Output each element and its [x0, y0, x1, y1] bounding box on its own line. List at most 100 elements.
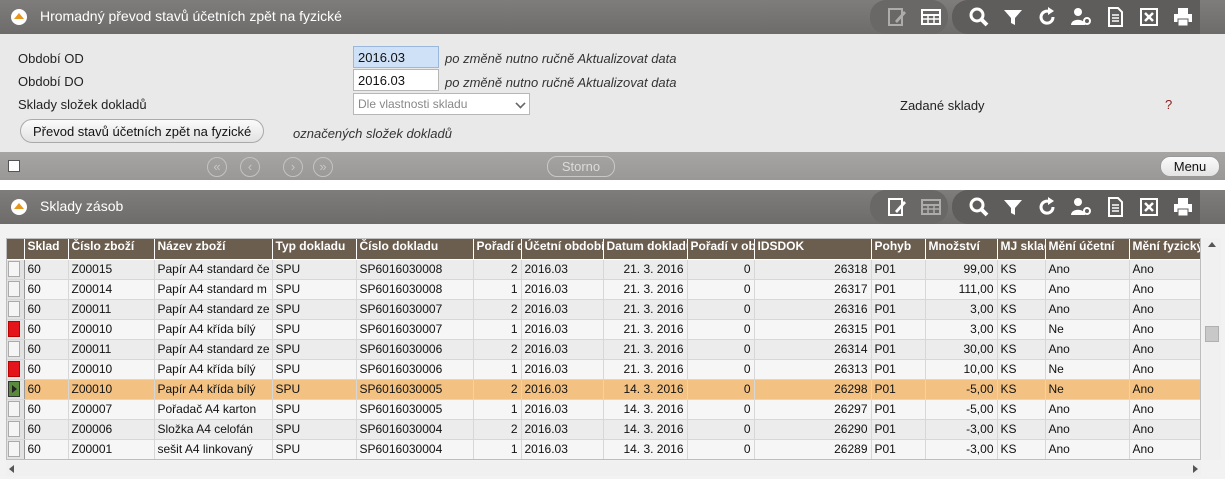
scroll-right-icon[interactable] — [1193, 465, 1198, 473]
column-header[interactable]: Účetní období — [521, 239, 604, 260]
marked-row-indicator[interactable] — [8, 361, 20, 377]
menu-button[interactable]: Menu — [1160, 156, 1220, 177]
table-row[interactable]: 60 Z00010 Papír A4 křída bílý SPU SP60160300… — [7, 379, 1200, 400]
table-cell: 60 — [24, 399, 69, 420]
column-header[interactable]: Pohyb — [871, 239, 926, 260]
row-indicator[interactable] — [7, 419, 25, 440]
table-cell: 14. 3. 2016 — [603, 439, 688, 459]
row-indicator[interactable] — [7, 359, 25, 380]
last-record-button[interactable]: » — [313, 157, 333, 177]
select-all-checkbox[interactable] — [8, 160, 20, 172]
row-indicator-header — [7, 239, 25, 260]
table-cell: SPU — [272, 359, 357, 380]
users-settings-icon[interactable] — [1064, 190, 1098, 224]
column-header[interactable]: Číslo dokladu — [356, 239, 474, 260]
row-indicator[interactable] — [7, 299, 25, 320]
table-row[interactable]: 60 Z00014 Papír A4 standard m SPU SP60160300… — [7, 279, 1200, 300]
column-header[interactable]: Datum dokladu — [603, 239, 688, 260]
table-row[interactable]: 60 Z00006 Složka A4 celofán SPU SP6016030004… — [7, 419, 1200, 440]
table-cell: SP6016030006 — [356, 359, 474, 380]
column-header[interactable]: Pořadí dokladu — [473, 239, 522, 260]
table-row[interactable]: 60 Z00007 Pořadač A4 karton SPU SP6016030005… — [7, 399, 1200, 420]
column-header[interactable]: Pořadí v období — [687, 239, 755, 260]
table-cell: 0 — [687, 319, 755, 340]
excel-icon[interactable] — [1132, 190, 1166, 224]
table-cell: 60 — [24, 259, 69, 280]
table-cell: 26317 — [754, 279, 872, 300]
row-selector[interactable] — [8, 281, 20, 297]
print-icon[interactable] — [1166, 0, 1200, 34]
row-indicator[interactable] — [7, 379, 25, 400]
collapse-up-icon[interactable] — [11, 199, 27, 215]
table-cell: P01 — [871, 399, 926, 420]
storno-button[interactable]: Storno — [547, 156, 615, 177]
row-indicator[interactable] — [7, 339, 25, 360]
row-indicator[interactable] — [7, 319, 25, 340]
next-record-button[interactable]: › — [283, 157, 303, 177]
table-cell: 2016.03 — [521, 439, 604, 459]
column-header[interactable]: Množství — [925, 239, 998, 260]
refresh-icon[interactable] — [1030, 190, 1064, 224]
users-settings-icon[interactable] — [1064, 0, 1098, 34]
row-selector[interactable] — [8, 441, 20, 457]
prev-record-button[interactable]: ‹ — [240, 157, 260, 177]
excel-icon[interactable] — [1132, 0, 1166, 34]
table-icon[interactable] — [914, 0, 948, 34]
row-selector[interactable] — [8, 301, 20, 317]
scroll-thumb[interactable] — [1205, 326, 1219, 342]
column-header[interactable]: IDSDOK — [754, 239, 872, 260]
sklady-select[interactable]: Dle vlastnosti skladu — [353, 93, 530, 115]
horizontal-scrollbar[interactable] — [6, 461, 1201, 476]
table-cell: SP6016030004 — [356, 419, 474, 440]
scroll-left-icon[interactable] — [9, 465, 14, 473]
column-header[interactable]: Typ dokladu — [272, 239, 357, 260]
refresh-icon[interactable] — [1030, 0, 1064, 34]
row-selector[interactable] — [8, 261, 20, 277]
table-cell: 26298 — [754, 379, 872, 400]
document-icon[interactable] — [1098, 190, 1132, 224]
table-cell: Z00010 — [68, 319, 155, 340]
table-cell: KS — [997, 259, 1046, 280]
filter-icon[interactable] — [996, 190, 1030, 224]
filter-icon[interactable] — [996, 0, 1030, 34]
obdobi-do-input[interactable]: 2016.03 — [353, 69, 439, 91]
table-row[interactable]: 60 Z00001 sešit A4 linkovaný SPU SP601603000… — [7, 439, 1200, 459]
row-selector[interactable] — [8, 401, 20, 417]
edit-icon[interactable] — [880, 190, 914, 224]
table-row[interactable]: 60 Z00010 Papír A4 křída bílý SPU SP60160300… — [7, 319, 1200, 340]
column-header[interactable]: Název zboží — [154, 239, 273, 260]
obdobi-od-input[interactable]: 2016.03 — [353, 46, 439, 68]
search-icon[interactable] — [962, 190, 996, 224]
column-header[interactable]: MJ skladu — [997, 239, 1046, 260]
first-record-button[interactable]: « — [207, 157, 227, 177]
column-header[interactable]: Mění fyzický — [1129, 239, 1200, 260]
table-row[interactable]: 60 Z00011 Papír A4 standard ze SPU SP6016030… — [7, 299, 1200, 320]
scroll-up-icon[interactable] — [1208, 242, 1216, 247]
table-cell: KS — [997, 379, 1046, 400]
zadane-sklady-value[interactable]: ? — [1165, 97, 1172, 112]
table-cell: SPU — [272, 259, 357, 280]
column-header[interactable]: Mění účetní — [1045, 239, 1130, 260]
prevod-button[interactable]: Převod stavů účetních zpět na fyzické — [20, 119, 265, 143]
row-selector[interactable] — [8, 341, 20, 357]
vertical-scrollbar[interactable] — [1203, 238, 1221, 460]
row-indicator[interactable] — [7, 259, 25, 280]
table-cell: SP6016030004 — [356, 439, 474, 459]
column-header[interactable]: Sklad — [24, 239, 69, 260]
column-header[interactable]: Číslo zboží — [68, 239, 155, 260]
row-selector[interactable] — [8, 421, 20, 437]
table-cell: SP6016030007 — [356, 319, 474, 340]
table-row[interactable]: 60 Z00015 Papír A4 standard če SPU SP6016030… — [7, 259, 1200, 280]
table-row[interactable]: 60 Z00011 Papír A4 standard ze SPU SP6016030… — [7, 339, 1200, 360]
row-indicator[interactable] — [7, 279, 25, 300]
collapse-up-icon[interactable] — [11, 9, 27, 25]
table-cell: sešit A4 linkovaný — [154, 439, 273, 459]
search-icon[interactable] — [962, 0, 996, 34]
table-row[interactable]: 60 Z00010 Papír A4 křída bílý SPU SP60160300… — [7, 359, 1200, 380]
current-row-arrow-icon[interactable] — [8, 381, 20, 397]
document-icon[interactable] — [1098, 0, 1132, 34]
marked-row-indicator[interactable] — [8, 321, 20, 337]
row-indicator[interactable] — [7, 399, 25, 420]
row-indicator[interactable] — [7, 439, 25, 459]
print-icon[interactable] — [1166, 190, 1200, 224]
